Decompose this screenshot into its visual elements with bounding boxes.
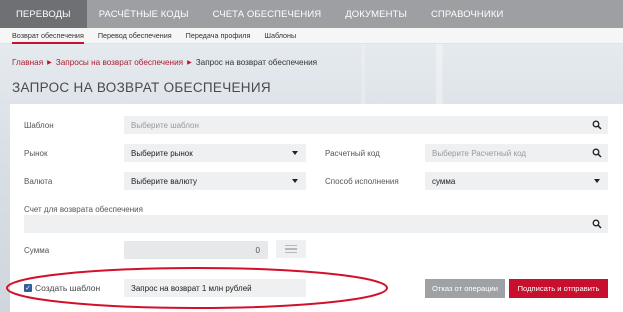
amount-value: 0 xyxy=(255,245,260,255)
tab-collateral-transfer[interactable]: Перевод обеспечения xyxy=(98,28,172,44)
sub-nav: Возврат обеспечения Перевод обеспечения … xyxy=(0,28,623,44)
breadcrumb-separator-icon: ▶ xyxy=(47,60,52,66)
search-icon[interactable] xyxy=(592,120,602,130)
template-label: Шаблон xyxy=(24,121,54,130)
nav-item-documents[interactable]: ДОКУМЕНТЫ xyxy=(333,0,419,28)
amount-label: Сумма xyxy=(24,246,50,255)
return-account-search-input[interactable] xyxy=(24,215,608,233)
breadcrumb-home-link[interactable]: Главная xyxy=(12,58,43,67)
highlight-ellipse xyxy=(6,267,388,309)
breadcrumb-section-link[interactable]: Запросы на возврат обеспечения xyxy=(56,58,183,67)
nav-item-directories[interactable]: СПРАВОЧНИКИ xyxy=(419,0,515,28)
page-title: ЗАПРОС НА ВОЗВРАТ ОБЕСПЕЧЕНИЯ xyxy=(12,80,271,95)
breadcrumb-separator-icon: ▶ xyxy=(187,60,192,66)
return-account-label: Счет для возврата обеспечения xyxy=(24,205,143,214)
search-icon[interactable] xyxy=(592,219,602,229)
nav-item-collateral-accounts[interactable]: СЧЕТА ОБЕСПЕЧЕНИЯ xyxy=(201,0,334,28)
market-label: Рынок xyxy=(24,149,48,158)
market-value: Выберите рынок xyxy=(131,148,193,158)
currency-label: Валюта xyxy=(24,177,53,186)
tab-profile-transfer[interactable]: Передача профиля xyxy=(186,28,251,44)
chevron-down-icon xyxy=(292,179,298,183)
amount-input[interactable]: 0 xyxy=(124,241,268,259)
breadcrumb: Главная ▶ Запросы на возврат обеспечения… xyxy=(12,58,317,67)
tab-templates[interactable]: Шаблоны xyxy=(264,28,296,44)
list-icon[interactable] xyxy=(276,240,306,258)
cancel-operation-button[interactable]: Отказ от операции xyxy=(425,279,505,298)
chevron-down-icon xyxy=(594,179,600,183)
nav-item-transfers[interactable]: ПЕРЕВОДЫ xyxy=(0,0,87,28)
main-nav: ПЕРЕВОДЫ РАСЧЁТНЫЕ КОДЫ СЧЕТА ОБЕСПЕЧЕНИ… xyxy=(0,0,623,28)
tab-collateral-return[interactable]: Возврат обеспечения xyxy=(12,28,84,44)
execution-method-value: сумма xyxy=(432,176,456,186)
sign-and-send-button[interactable]: Подписать и отправить xyxy=(509,279,608,298)
currency-select[interactable]: Выберите валюту xyxy=(124,172,306,190)
nav-item-settlement-codes[interactable]: РАСЧЁТНЫЕ КОДЫ xyxy=(87,0,201,28)
search-icon[interactable] xyxy=(592,148,602,158)
market-select[interactable]: Выберите рынок xyxy=(124,144,306,162)
currency-value: Выберите валюту xyxy=(131,176,198,186)
settlement-code-search-input[interactable]: Выберите Расчетный код xyxy=(425,144,608,162)
breadcrumb-current: Запрос на возврат обеспечения xyxy=(195,58,318,67)
execution-method-select[interactable]: сумма xyxy=(425,172,608,190)
settlement-code-label: Расчетный код xyxy=(325,149,380,158)
settlement-code-placeholder: Выберите Расчетный код xyxy=(432,148,527,158)
template-placeholder: Выберите шаблон xyxy=(131,120,199,130)
template-search-input[interactable]: Выберите шаблон xyxy=(124,116,608,134)
chevron-down-icon xyxy=(292,151,298,155)
execution-method-label: Способ исполнения xyxy=(325,177,399,186)
